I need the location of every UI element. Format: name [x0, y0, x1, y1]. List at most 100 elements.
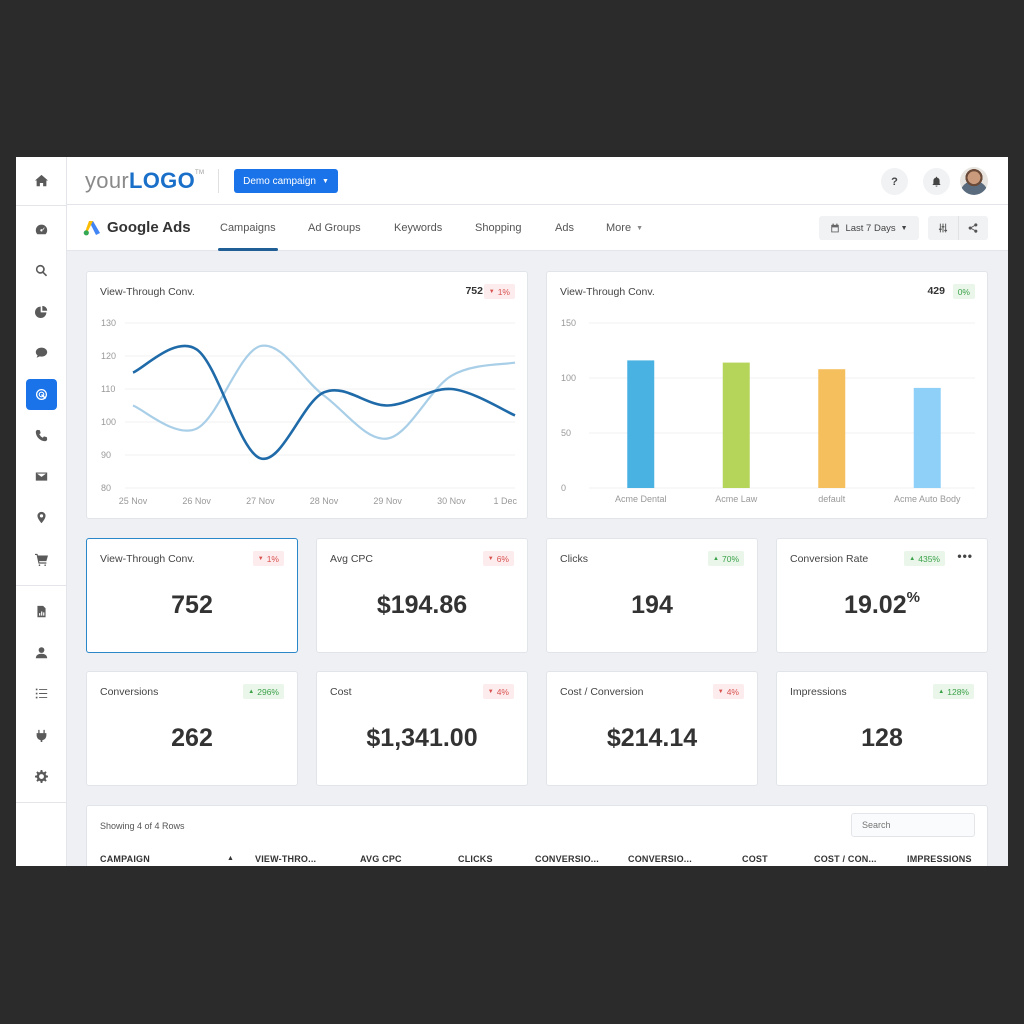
share-icon [968, 223, 978, 233]
sidebar-item-ppc[interactable] [26, 379, 57, 410]
change-badge: ▼ 4% [482, 684, 514, 699]
sidebar-item-analytics[interactable] [26, 296, 57, 327]
kpi-value: $214.14 [606, 724, 698, 752]
sidebar-divider [16, 205, 67, 206]
kpi-value: 194 [631, 591, 673, 619]
change-badge: ▲ 296% [243, 684, 284, 699]
caret-down-icon: ▼ [900, 224, 908, 232]
x-tick-label: 26 Nov [182, 496, 211, 506]
change-badge: ▼ 4% [712, 684, 744, 699]
column-header-conversions[interactable]: CONVERSIO... [535, 854, 599, 864]
kpi-card[interactable]: Conversion Rate ▲ 435% ••• 19.02% [776, 538, 988, 653]
x-tick-label: Acme Dental [615, 494, 667, 504]
more-options-icon[interactable]: ••• [957, 549, 973, 563]
kpi-value: $194.86 [376, 591, 468, 619]
header-divider [218, 169, 219, 193]
tab-ad-groups[interactable]: Ad Groups [308, 205, 361, 251]
tab-more[interactable]: More ▼ [606, 205, 643, 251]
table-search-input[interactable] [851, 813, 975, 837]
logo[interactable]: yourLOGOTM [85, 168, 204, 194]
kpi-label: Conversion Rate [790, 553, 869, 565]
y-tick-label: 80 [101, 483, 111, 493]
row-count-label: Showing 4 of 4 Rows [100, 821, 185, 831]
sidebar-item-ecommerce[interactable] [26, 544, 57, 575]
settings-icon [35, 770, 48, 783]
change-badge: ▼ 6% [482, 551, 514, 566]
y-tick-label: 100 [561, 373, 576, 383]
user-avatar[interactable] [960, 167, 988, 195]
y-tick-label: 0 [561, 483, 566, 493]
tab-campaigns[interactable]: Campaigns [218, 205, 278, 251]
sidebar-item-settings[interactable] [26, 761, 57, 792]
kpi-card[interactable]: Impressions ▲ 128% 128 [776, 671, 988, 786]
kpi-card[interactable]: Cost / Conversion ▼ 4% $214.14 [546, 671, 758, 786]
kpi-label: Impressions [790, 686, 847, 698]
change-badge: ▲ 435% [904, 551, 945, 566]
sidebar-item-seo[interactable] [26, 255, 57, 286]
campaign-selector-button[interactable]: Demo campaign ▼ [234, 169, 338, 193]
sidebar-item-email[interactable] [26, 461, 57, 492]
kpi-card[interactable]: Clicks ▲ 70% 194 [546, 538, 758, 653]
sort-ascending-icon[interactable]: ▲ [227, 855, 234, 862]
column-header-impressions[interactable]: IMPRESSIONS [907, 854, 972, 864]
column-header-campaign[interactable]: CAMPAIGN [100, 854, 150, 864]
column-header-clicks[interactable]: CLICKS [458, 854, 493, 864]
line-chart: 80 90 100 110 120 130 25 Nov 26 Nov 27 Nov 28 Nov… [101, 318, 517, 506]
tab-keywords[interactable]: Keywords [394, 205, 442, 251]
sidebar [16, 157, 67, 866]
y-tick-label: 120 [101, 351, 116, 361]
arrow-down-icon: ▼ [717, 688, 724, 695]
kpi-label: Avg CPC [330, 553, 373, 565]
bell-icon [932, 176, 941, 187]
chat-icon [35, 347, 48, 358]
sidebar-item-users[interactable] [26, 637, 57, 668]
report-file-icon [37, 605, 46, 618]
kpi-label: View-Through Conv. [100, 553, 195, 565]
sidebar-item-reports[interactable] [26, 596, 57, 627]
y-tick-label: 50 [561, 428, 571, 438]
tab-ads[interactable]: Ads [555, 205, 574, 251]
change-badge: ▲ 128% [933, 684, 974, 699]
y-tick-label: 110 [101, 384, 115, 394]
share-button[interactable] [957, 216, 989, 240]
x-tick-label: Acme Auto Body [894, 494, 961, 504]
sidebar-item-calls[interactable] [26, 420, 57, 451]
notifications-button[interactable] [923, 168, 950, 195]
column-settings-button[interactable] [928, 216, 958, 240]
x-tick-label: 29 Nov [373, 496, 402, 506]
x-tick-label: 27 Nov [246, 496, 275, 506]
tab-shopping[interactable]: Shopping [475, 205, 522, 251]
arrow-up-icon: ▲ [938, 688, 945, 695]
sidebar-item-social[interactable] [26, 337, 57, 368]
sidebar-item-local[interactable] [26, 502, 57, 533]
sliders-icon [938, 223, 947, 233]
arrow-down-icon: ▼ [487, 555, 494, 562]
x-tick-label: 25 Nov [119, 496, 148, 506]
bar [818, 369, 846, 488]
column-header-conversion-rate[interactable]: CONVERSIO... [628, 854, 692, 864]
kpi-card[interactable]: Avg CPC ▼ 6% $194.86 [316, 538, 528, 653]
sidebar-item-integrations[interactable] [26, 720, 57, 751]
kpi-value: 128 [861, 724, 903, 752]
kpi-card[interactable]: View-Through Conv. ▼ 1% 752 [86, 538, 298, 653]
kpi-card[interactable]: Cost ▼ 4% $1,341.00 [316, 671, 528, 786]
kpi-card[interactable]: Conversions ▲ 296% 262 [86, 671, 298, 786]
column-header-view-through-conv[interactable]: VIEW-THRO... [255, 854, 316, 864]
y-tick-label: 130 [101, 318, 116, 328]
sidebar-item-home[interactable] [26, 165, 57, 196]
arrow-down-icon: ▼ [257, 555, 264, 562]
dashboard-icon [35, 224, 48, 235]
column-header-cost[interactable]: COST [742, 854, 768, 864]
help-button[interactable]: ? [881, 168, 908, 195]
bar [722, 362, 750, 488]
sidebar-item-dashboard[interactable] [26, 214, 57, 245]
campaign-table-card: Showing 4 of 4 Rows CAMPAIGN ▲ VIEW-THRO… [86, 805, 988, 866]
sidebar-item-tasks[interactable] [26, 678, 57, 709]
date-range-picker[interactable]: Last 7 Days ▼ [819, 216, 919, 240]
arrow-down-icon: ▼ [487, 688, 494, 695]
arrow-up-icon: ▲ [713, 555, 719, 562]
column-header-cost-per-conversion[interactable]: COST / CON... [814, 854, 877, 864]
change-badge: ▲ 70% [708, 551, 744, 566]
search-icon [35, 264, 48, 277]
column-header-avg-cpc[interactable]: AVG CPC [360, 854, 402, 864]
